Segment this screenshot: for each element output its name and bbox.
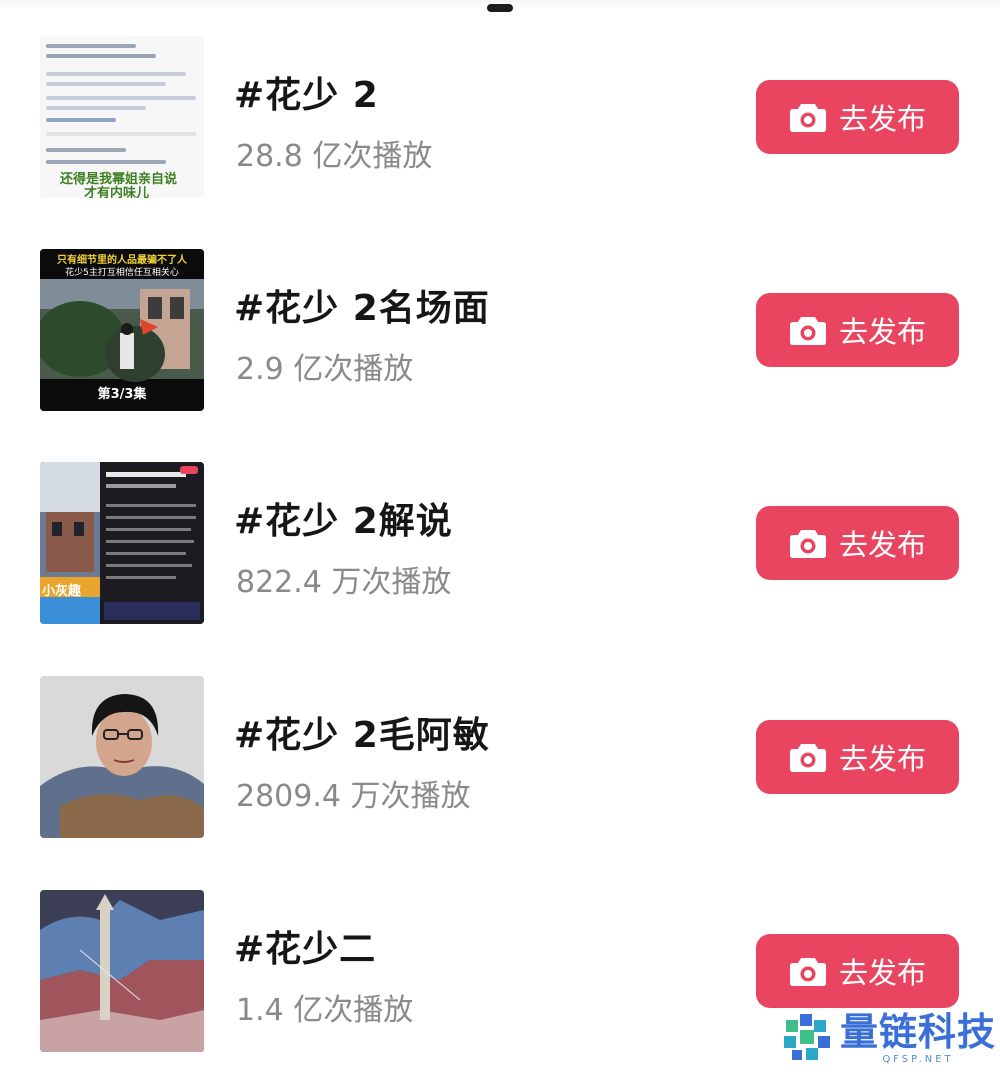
- topic-title[interactable]: #花少二: [234, 920, 376, 972]
- list-item[interactable]: 小灰趣 #花少 2解说 822.4 万次播放 去发布: [0, 426, 1000, 640]
- list-item[interactable]: #花少 2毛阿敏 2809.4 万次播放 去发布: [0, 640, 1000, 854]
- play-count: 822.4 万次播放: [236, 565, 452, 600]
- publish-button[interactable]: 去发布: [756, 720, 959, 794]
- publish-label: 去发布: [838, 315, 926, 349]
- camera-icon: [789, 530, 826, 558]
- brand-logo-icon: [783, 1014, 830, 1060]
- brand-url: QFSP.NET: [882, 1053, 954, 1065]
- thumb-caption: 才有内味儿: [84, 186, 150, 198]
- camera-icon: [789, 317, 826, 345]
- list-item[interactable]: 只有细节里的人品最骗不了人 花少5主打互相信任互相关心 第3/3集 #花少 2名…: [0, 213, 1000, 427]
- play-count: 1.4 亿次播放: [236, 993, 414, 1028]
- publish-button[interactable]: 去发布: [756, 293, 959, 367]
- thumb-caption: 只有细节里的人品最骗不了人: [57, 255, 187, 266]
- camera-icon: [789, 104, 826, 132]
- play-count: 28.8 亿次播放: [236, 139, 433, 174]
- thumbnail: [40, 676, 204, 838]
- thumbnail: [40, 890, 204, 1052]
- play-count: 2809.4 万次播放: [236, 779, 471, 814]
- publish-label: 去发布: [838, 102, 926, 136]
- camera-icon: [789, 958, 826, 986]
- topic-title[interactable]: #花少 2: [234, 66, 379, 118]
- publish-button[interactable]: 去发布: [756, 934, 959, 1008]
- topic-title[interactable]: #花少 2毛阿敏: [234, 706, 490, 758]
- publish-label: 去发布: [838, 742, 926, 776]
- thumbnail: 只有细节里的人品最骗不了人 花少5主打互相信任互相关心 第3/3集: [40, 249, 204, 411]
- publish-label: 去发布: [838, 956, 926, 990]
- topic-title[interactable]: #花少 2名场面: [234, 279, 490, 331]
- play-count: 2.9 亿次播放: [236, 352, 414, 387]
- thumb-caption: 花少5主打互相信任互相关心: [65, 268, 179, 278]
- topic-title[interactable]: #花少 2解说: [234, 492, 453, 544]
- thumbnail: 小灰趣: [40, 462, 204, 624]
- publish-button[interactable]: 去发布: [756, 506, 959, 580]
- publish-label: 去发布: [838, 528, 926, 562]
- episode-label: 第3/3集: [97, 387, 147, 402]
- list-item[interactable]: 还得是我幂姐亲自说 才有内味儿 #花少 2 28.8 亿次播放 去发布: [0, 0, 1000, 214]
- watermark: 量链科技 QFSP.NET: [778, 1006, 996, 1068]
- publish-button[interactable]: 去发布: [756, 80, 959, 154]
- thumbnail: 还得是我幂姐亲自说 才有内味儿: [40, 36, 204, 198]
- camera-icon: [789, 744, 826, 772]
- thumb-caption: 小灰趣: [42, 584, 82, 599]
- brand-name: 量链科技: [839, 1009, 996, 1054]
